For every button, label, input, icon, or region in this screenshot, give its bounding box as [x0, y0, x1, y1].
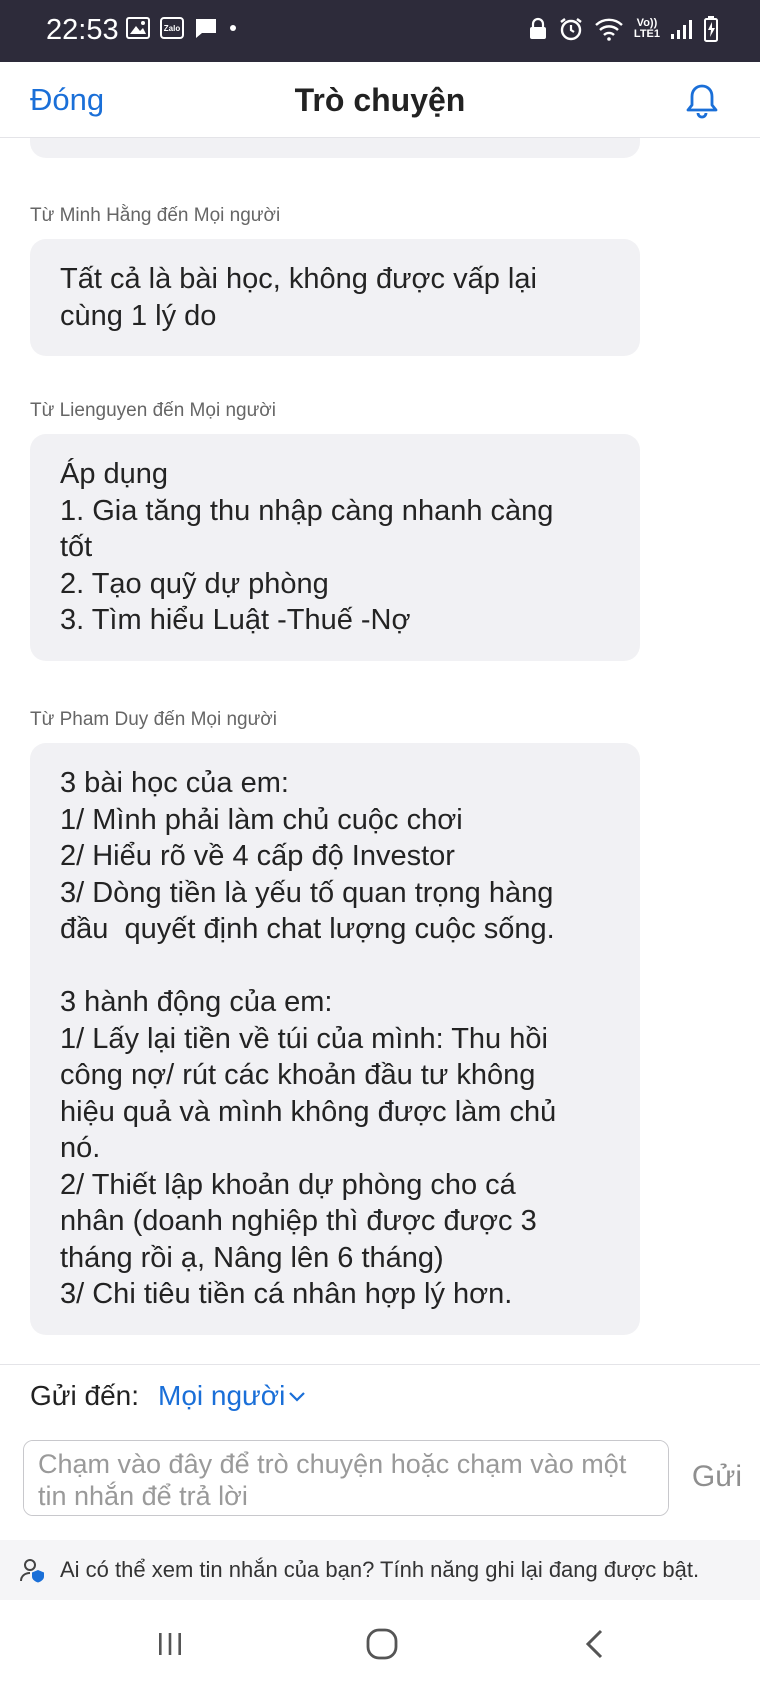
composer-row: Gửi: [0, 1430, 760, 1540]
status-time: 22:53: [46, 14, 119, 46]
network-label-bottom: LTE1: [633, 28, 660, 40]
privacy-user-icon: [20, 1559, 44, 1583]
zalo-icon: Zalo: [160, 17, 184, 39]
status-bar: 22:53 Zalo Vo)) LTE1: [0, 0, 760, 62]
dot-icon: [230, 25, 236, 31]
chat-message-list[interactable]: Từ Minh Hằng đến Mọi người Tất cả là bài…: [0, 138, 760, 1364]
chevron-down-icon: [289, 1392, 306, 1402]
message-bubble-partial: [30, 138, 640, 158]
message-sender-line: Từ Minh Hằng đến Mọi người: [30, 205, 281, 226]
message-bubble[interactable]: Áp dụng 1. Gia tăng thu nhập càng nhanh …: [30, 434, 640, 661]
message-bubble[interactable]: Tất cả là bài học, không được vấp lại cù…: [30, 239, 640, 356]
message-bubble[interactable]: 3 bài học của em: 1/ Mình phải làm chủ c…: [30, 743, 640, 1335]
send-to-dropdown[interactable]: Mọi người: [158, 1380, 307, 1412]
recording-notice[interactable]: Ai có thể xem tin nhắn của bạn? Tính năn…: [0, 1540, 760, 1600]
message-icon: [196, 19, 216, 38]
status-left-icons: Zalo: [126, 16, 238, 40]
lock-icon: [529, 17, 546, 39]
close-button[interactable]: Đóng: [30, 82, 104, 118]
network-type: Vo)) LTE1: [634, 18, 660, 40]
gallery-icon: [126, 17, 150, 39]
message-input[interactable]: [23, 1440, 669, 1516]
signal-icon: [671, 20, 692, 39]
chat-header: Đóng Trò chuyện: [0, 62, 760, 138]
bell-icon[interactable]: [684, 82, 720, 120]
recent-apps-icon: [159, 1633, 181, 1655]
send-button[interactable]: Gửi: [692, 1460, 742, 1494]
notice-text: Ai có thể xem tin nhắn của bạn? Tính năn…: [60, 1557, 700, 1582]
send-to-target: Mọi người: [158, 1380, 286, 1411]
back-button[interactable]: [575, 1624, 615, 1664]
message-sender-line: Từ Lienguyen đến Mọi người: [30, 400, 276, 421]
alarm-icon: [560, 18, 582, 41]
system-nav-bar: [0, 1600, 760, 1689]
back-icon: [585, 1629, 603, 1659]
page-title: Trò chuyện: [294, 82, 466, 118]
wifi-icon: [595, 18, 623, 41]
home-icon: [366, 1628, 398, 1660]
message-sender-line: Từ Pham Duy đến Mọi người: [30, 709, 277, 730]
home-button[interactable]: [362, 1624, 402, 1664]
send-to-label: Gửi đến:: [30, 1380, 140, 1411]
recent-apps-button[interactable]: [150, 1624, 190, 1664]
battery-charging-icon: [704, 16, 718, 42]
send-to-row: Gửi đến: Mọi người: [0, 1364, 760, 1430]
status-right-icons: Vo)) LTE1: [528, 16, 718, 42]
